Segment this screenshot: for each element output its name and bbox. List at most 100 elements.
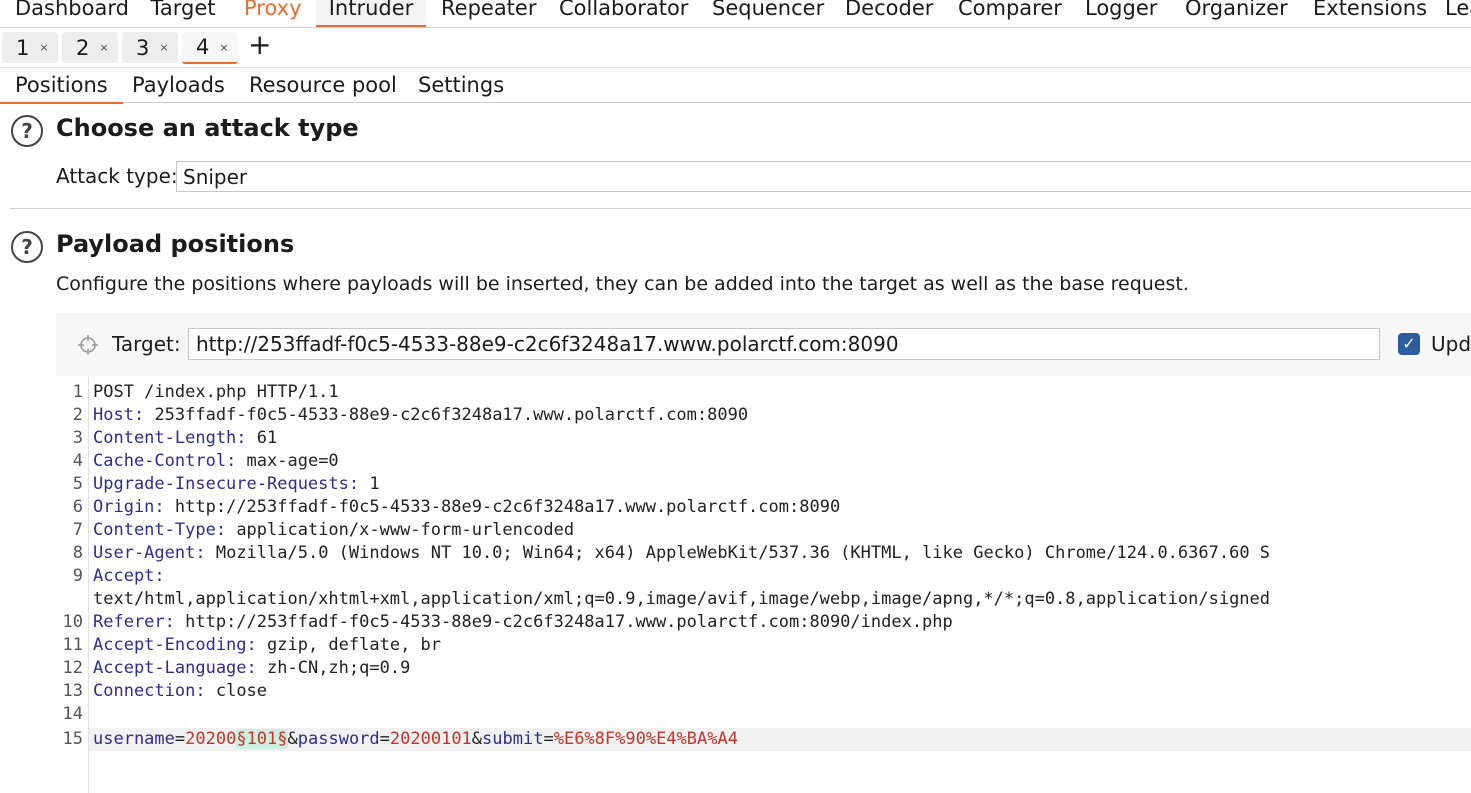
header-key: Upgrade-Insecure-Requests	[93, 474, 349, 494]
body-param-name: password	[297, 729, 380, 749]
update-host-checkbox[interactable]: ✓	[1398, 333, 1420, 355]
header-key: Content-Type	[93, 520, 216, 540]
header-line: Content-Length: 61	[93, 428, 278, 448]
line-number: 11	[62, 635, 83, 655]
line-number: 9	[72, 566, 83, 586]
request-body-line: username=20200§101§&password=20200101&su…	[93, 728, 738, 751]
header-key: Referer	[93, 612, 165, 632]
body-param-name: submit	[482, 729, 544, 749]
tab-extensions[interactable]: Extensions	[1313, 0, 1427, 26]
tab-learn[interactable]: Lea	[1445, 0, 1471, 26]
intruder-sub-tabs: Positions Payloads Resource pool Setting…	[0, 68, 1471, 104]
tab-positions[interactable]: Positions	[0, 71, 123, 104]
add-tab-icon[interactable]: +	[248, 30, 271, 60]
body-equals: =	[174, 729, 186, 749]
header-line: Accept-Encoding: gzip, deflate, br	[93, 635, 442, 655]
header-key: Accept-Language	[93, 658, 247, 678]
attack-type-title: Choose an attack type	[56, 114, 359, 142]
header-value: http://253ffadf-f0c5-4533-88e9-c2c6f3248…	[164, 497, 841, 517]
body-param-value: %E6%8F%90%E4%BA%A4	[553, 729, 738, 749]
header-key: Host	[93, 405, 134, 425]
header-line: Accept-Language: zh-CN,zh;q=0.9	[93, 658, 411, 678]
header-key: Accept-Encoding	[93, 635, 247, 655]
header-key: Cache-Control	[93, 451, 227, 471]
body-param-value: 20200	[185, 729, 237, 749]
tab-repeater[interactable]: Repeater	[441, 0, 536, 26]
update-host-label: Upd	[1431, 332, 1471, 356]
line-number: 13	[62, 681, 83, 701]
body-equals: =	[543, 729, 554, 749]
line-number: 4	[72, 451, 83, 471]
body-param-name: username	[93, 729, 175, 749]
request-editor[interactable]: 1 POST /index.php HTTP/1.1 2 Host: 253ff…	[56, 377, 1471, 793]
header-value: 253ffadf-f0c5-4533-88e9-c2c6f3248a17.www…	[144, 405, 749, 425]
line-number: 1	[72, 382, 83, 402]
payload-positions-description: Configure the positions where payloads w…	[56, 273, 1189, 295]
line-number: 6	[72, 497, 83, 517]
header-value: Mozilla/5.0 (Windows NT 10.0; Win64; x64…	[205, 543, 1271, 563]
tab-proxy[interactable]: Proxy	[244, 0, 302, 26]
header-value: 1	[359, 474, 380, 494]
header-line: Origin: http://253ffadf-f0c5-4533-88e9-c…	[93, 497, 841, 517]
close-icon[interactable]: ×	[99, 41, 108, 54]
request-tab-label: 1	[16, 35, 30, 60]
header-line: Cache-Control: max-age=0	[93, 451, 339, 471]
help-icon[interactable]: ?	[11, 115, 43, 147]
request-tab-1[interactable]: 1 ×	[2, 32, 58, 63]
body-ampersand: &	[471, 729, 483, 749]
body-ampersand: &	[287, 729, 298, 749]
request-tab-bar: 1 × 2 × 3 × 4 ×	[0, 28, 1471, 68]
line-number: 8	[72, 543, 83, 563]
tab-comparer[interactable]: Comparer	[958, 0, 1062, 26]
header-value: text/html,application/xhtml+xml,applicat…	[93, 589, 1271, 609]
request-line-text: POST /index.php HTTP/1.1	[93, 382, 339, 402]
tab-collaborator[interactable]: Collaborator	[559, 0, 688, 26]
request-tab-label: 4	[196, 35, 210, 59]
header-value: 61	[246, 428, 278, 448]
header-line: Connection: close	[93, 681, 268, 701]
help-icon[interactable]: ?	[11, 231, 43, 263]
line-number: 14	[62, 704, 83, 724]
request-tab-3[interactable]: 3 ×	[122, 32, 178, 63]
request-tab-label: 2	[76, 35, 90, 60]
section-divider	[10, 208, 1471, 209]
header-value: max-age=0	[236, 451, 339, 471]
tab-decoder[interactable]: Decoder	[845, 0, 933, 26]
header-key: User-Agent	[93, 543, 196, 563]
close-icon[interactable]: ×	[219, 41, 228, 54]
body-param-value: 20200101	[389, 729, 472, 749]
request-tab-2[interactable]: 2 ×	[62, 32, 118, 63]
header-key: Connection	[93, 681, 196, 701]
header-line: Accept:	[93, 566, 165, 586]
header-value: gzip, deflate, br	[256, 635, 442, 655]
line-number: 15	[62, 729, 83, 749]
header-value: application/x-www-form-urlencoded	[226, 520, 575, 540]
line-number: 7	[72, 520, 83, 540]
tab-dashboard[interactable]: Dashboard	[15, 0, 129, 26]
header-line: User-Agent: Mozilla/5.0 (Windows NT 10.0…	[93, 543, 1271, 563]
close-icon[interactable]: ×	[159, 41, 168, 54]
tab-resource-pool[interactable]: Resource pool	[249, 71, 397, 102]
header-line: Content-Type: application/x-www-form-url…	[93, 520, 575, 540]
line-number: 2	[72, 405, 83, 425]
tab-sequencer[interactable]: Sequencer	[712, 0, 824, 26]
header-value: close	[205, 681, 268, 701]
request-line: POST /index.php HTTP/1.1	[93, 381, 339, 404]
attack-type-label: Attack type:	[56, 164, 178, 188]
payload-position-marker[interactable]: §101§	[236, 729, 288, 749]
target-url-input[interactable]: http://253ffadf-f0c5-4533-88e9-c2c6f3248…	[188, 328, 1380, 360]
attack-type-select[interactable]: Sniper	[176, 161, 1471, 192]
line-number: 12	[62, 658, 83, 678]
request-tab-4[interactable]: 4 ×	[182, 32, 238, 64]
tab-target[interactable]: Target	[150, 0, 216, 26]
tab-intruder[interactable]: Intruder	[316, 0, 426, 27]
tab-logger[interactable]: Logger	[1085, 0, 1157, 26]
close-icon[interactable]: ×	[39, 41, 48, 54]
crosshair-icon[interactable]	[77, 334, 99, 356]
tab-organizer[interactable]: Organizer	[1185, 0, 1288, 26]
tab-payloads[interactable]: Payloads	[132, 71, 225, 102]
payload-positions-title: Payload positions	[56, 230, 295, 258]
line-number: 10	[62, 612, 83, 632]
tab-settings[interactable]: Settings	[418, 71, 504, 102]
header-line-wrapped: text/html,application/xhtml+xml,applicat…	[93, 588, 1270, 611]
